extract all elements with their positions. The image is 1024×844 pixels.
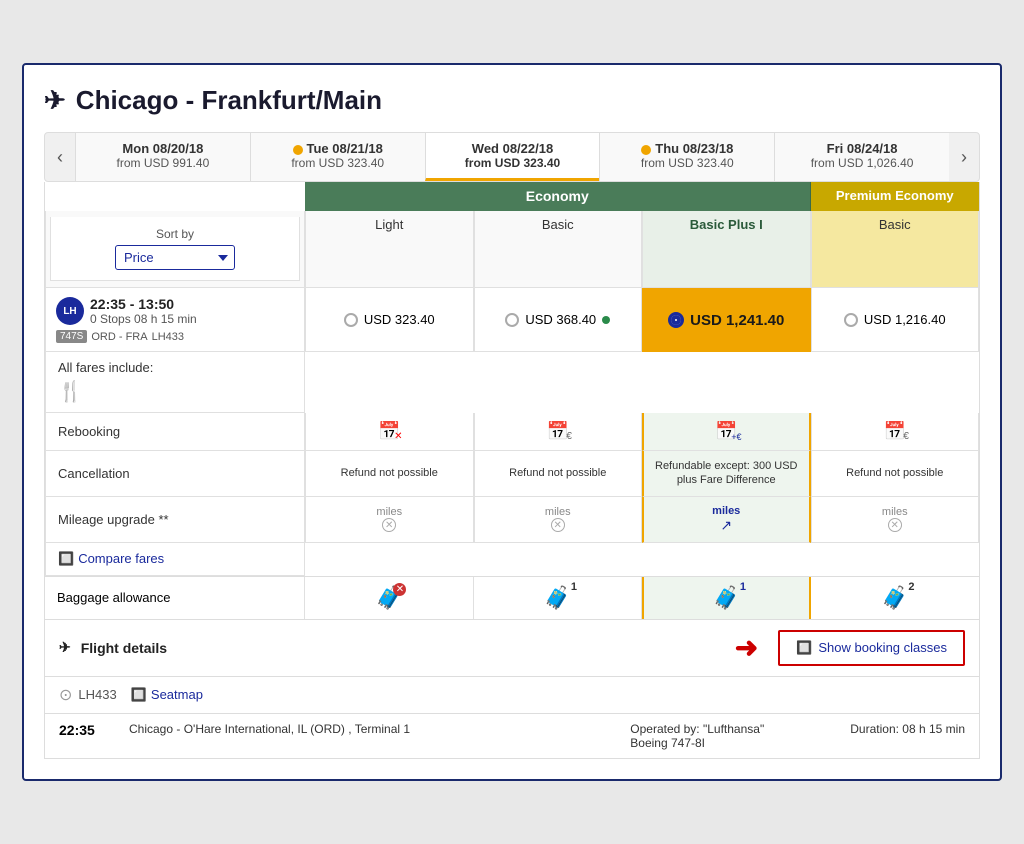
cancellation-prem: Refund not possible [811, 451, 980, 497]
baggage-x-icon: 🧳✕ [375, 585, 402, 611]
baggage-basic: 🧳1 [474, 577, 643, 619]
prev-date-arrow[interactable]: ‹ [45, 133, 75, 181]
departure-row: 22:35 Chicago - O'Hare International, IL… [44, 714, 980, 759]
compare-icon: 🔲 [58, 551, 74, 567]
calendar-euro-icon: 📅€ [547, 421, 569, 442]
baggage-label: Baggage allowance [45, 577, 305, 619]
date-tab-4[interactable]: Fri 08/24/18 from USD 1,026.40 [774, 133, 949, 181]
departure-info: Chicago - O'Hare International, IL (ORD)… [129, 722, 610, 736]
red-arrow-icon: ➜ [735, 631, 758, 664]
date-tabs: Mon 08/20/18 from USD 991.40 Tue 08/21/1… [75, 133, 949, 181]
rebooking-basic-plus: 📅+€ [642, 413, 811, 451]
rebooking-prem: 📅€ [811, 413, 980, 451]
mileage-prem: miles ✕ [811, 497, 980, 543]
duration: Duration: 08 h 15 min [850, 722, 965, 736]
mileage-light: miles ✕ [305, 497, 474, 543]
miles-x-icon-2: ✕ [551, 518, 565, 532]
sort-area: Sort by Price [50, 217, 300, 281]
date-tab-3[interactable]: Thu 08/23/18 from USD 323.40 [599, 133, 774, 181]
miles-arrow-icon: ↗ [712, 517, 740, 534]
cancellation-label: Cancellation [45, 451, 305, 497]
baggage-1-icon: 🧳1 [544, 585, 571, 611]
radio-prem-basic[interactable] [844, 313, 858, 327]
date-tab-0[interactable]: Mon 08/20/18 from USD 991.40 [75, 133, 250, 181]
sort-select[interactable]: Price [115, 245, 235, 270]
baggage-light: 🧳✕ [305, 577, 474, 619]
lufthansa-logo: LH [56, 297, 84, 325]
lh-row: ⊙ LH433 🔲 Seatmap [44, 677, 980, 714]
calendar-euro-prem-icon: 📅€ [884, 421, 906, 442]
baggage-1-blue-icon: 🧳1 [713, 585, 740, 611]
col-prem-basic: Basic [811, 211, 980, 288]
lh-number-cell: ⊙ LH433 [59, 685, 117, 705]
price-light[interactable]: USD 323.40 [305, 288, 474, 352]
date-tab-2[interactable]: Wed 08/22/18 from USD 323.40 [425, 133, 600, 181]
rebooking-label: Rebooking [45, 413, 305, 451]
seatmap-icon: 🔲 [131, 687, 147, 703]
baggage-2-icon: 🧳2 [881, 585, 908, 611]
show-booking-button[interactable]: 🔲 Show booking classes [778, 630, 965, 666]
price-basic[interactable]: USD 368.40 [474, 288, 643, 352]
flight-details-bar: ✈ Flight details ➜ 🔲 Show booking classe… [44, 620, 980, 677]
radio-basic-plus[interactable] [668, 312, 684, 328]
cutlery-icon: 🍴 [58, 379, 292, 404]
rebooking-basic: 📅€ [474, 413, 643, 451]
calendar-x-icon: 📅✕ [378, 421, 400, 442]
rebooking-light: 📅✕ [305, 413, 474, 451]
fare-grid: Economy Premium Economy Sort by Price Li… [44, 182, 980, 576]
cancellation-basic: Refund not possible [474, 451, 643, 497]
cancellation-basic-plus: Refundable except: 300 USD plus Fare Dif… [642, 451, 811, 497]
calendar-plus-euro-icon: 📅+€ [715, 421, 737, 442]
price-prem-basic[interactable]: USD 1,216.40 [811, 288, 980, 352]
baggage-row: Baggage allowance 🧳✕ 🧳1 🧳1 🧳2 [44, 577, 980, 620]
seatmap-link[interactable]: 🔲 Seatmap [131, 687, 203, 703]
col-basic-plus: Basic Plus I [642, 211, 811, 288]
radio-light[interactable] [344, 313, 358, 327]
mileage-label: Mileage upgrade ** [45, 497, 305, 543]
date-tab-1[interactable]: Tue 08/21/18 from USD 323.40 [250, 133, 425, 181]
col-light: Light [305, 211, 474, 288]
baggage-prem: 🧳2 [811, 577, 980, 619]
price-basic-plus[interactable]: USD 1,241.40 [642, 288, 811, 352]
flight-info: LH 22:35 - 13:50 0 Stops 08 h 15 min 747… [45, 288, 305, 352]
date-navigation: ‹ Mon 08/20/18 from USD 991.40 Tue 08/21… [44, 132, 980, 182]
compare-fares-cell[interactable]: 🔲 Compare fares [45, 543, 305, 576]
booking-classes-icon: 🔲 [796, 640, 812, 656]
main-card: ✈ Chicago - Frankfurt/Main ‹ Mon 08/20/1… [22, 63, 1002, 780]
page-title: Chicago - Frankfurt/Main [76, 85, 382, 116]
flight-details-label: Flight details [81, 640, 167, 656]
miles-x-icon-3: ✕ [888, 518, 902, 532]
radio-basic[interactable] [505, 313, 519, 327]
all-fares-label-cell: All fares include: 🍴 [45, 352, 305, 413]
next-date-arrow[interactable]: › [949, 133, 979, 181]
cancellation-light: Refund not possible [305, 451, 474, 497]
flight-route: 747S ORD - FRA LH433 [56, 330, 294, 343]
page-title-bar: ✈ Chicago - Frankfurt/Main [44, 85, 980, 116]
operated-by: Operated by: "Lufthansa" Boeing 747-8I [630, 722, 830, 750]
selected-indicator [602, 316, 610, 324]
plane-icon: ✈ [44, 85, 66, 116]
mileage-basic-plus: miles ↗ [642, 497, 811, 543]
sort-subheader: Sort by Price [45, 211, 305, 288]
premium-economy-header: Premium Economy [811, 182, 980, 211]
compare-fares-link[interactable]: 🔲 Compare fares [58, 551, 164, 567]
miles-x-icon: ✕ [382, 518, 396, 532]
economy-header: Economy [305, 182, 811, 211]
col-basic: Basic [474, 211, 643, 288]
circle-icon: ⊙ [59, 685, 72, 705]
mileage-basic: miles ✕ [474, 497, 643, 543]
flight-details-right: ➜ 🔲 Show booking classes [735, 630, 965, 666]
baggage-basic-plus: 🧳1 [642, 577, 811, 619]
plane-details-icon: ✈ [59, 639, 71, 656]
empty-header [45, 182, 305, 211]
